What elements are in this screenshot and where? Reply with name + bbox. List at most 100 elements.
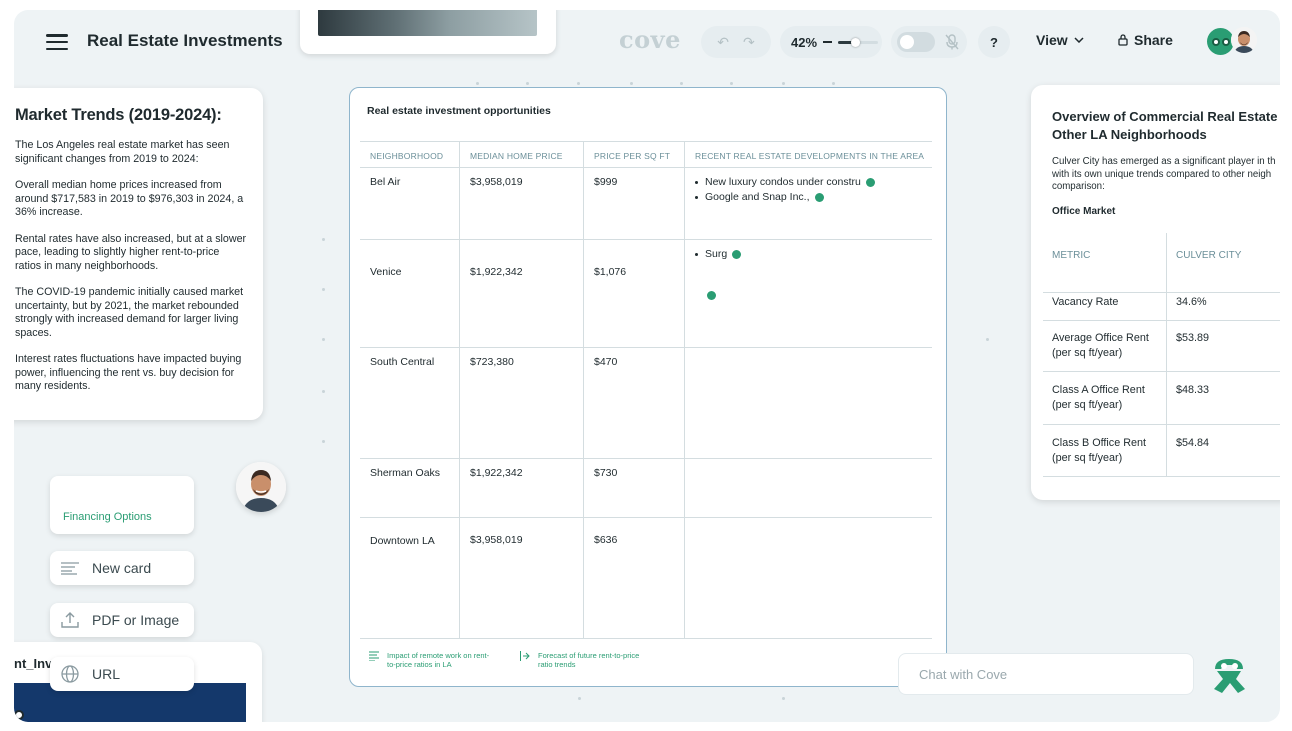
market-trends-title: Market Trends (2019-2024):	[15, 106, 222, 124]
chat-input[interactable]: Chat with Cove	[898, 653, 1194, 695]
canvas-dot	[578, 697, 581, 700]
table-header-row: METRIC CULVER CITY	[1043, 233, 1280, 293]
canvas-dot	[577, 82, 580, 85]
commercial-real-estate-card[interactable]: Overview of Commercial Real Estate T Othe…	[1031, 85, 1280, 500]
table-row[interactable]: Sherman Oaks $1,922,342 $730	[360, 459, 932, 518]
developments-cell	[685, 518, 932, 638]
developments-cell	[685, 348, 932, 458]
canvas-dot	[322, 390, 325, 393]
investment-file-title: nt_Inv	[14, 656, 53, 671]
cove-mascot-icon[interactable]	[1207, 655, 1253, 695]
value-cell: $53.89	[1176, 332, 1210, 344]
undo-icon[interactable]: ↶	[717, 34, 729, 51]
follow-up-link[interactable]: Forecast of future rent-to-price ratio t…	[520, 651, 653, 669]
follow-up-link-label: Forecast of future rent-to-price ratio t…	[538, 651, 640, 669]
follow-up-link[interactable]: Impact of remote work on rent-to-price r…	[369, 651, 497, 669]
market-trends-paragraph: Interest rates fluctuations have impacte…	[15, 353, 242, 392]
new-card-label: New card	[92, 560, 152, 576]
column-header: METRIC	[1043, 233, 1167, 292]
cove-loading-badge-icon[interactable]	[707, 290, 716, 300]
cove-source-badge-icon[interactable]	[814, 192, 824, 202]
metric-cell: Class B Office Rent (per sq ft/year)	[1043, 425, 1167, 476]
table-row[interactable]: Class B Office Rent (per sq ft/year) $54.…	[1043, 425, 1280, 477]
hamburger-menu-icon[interactable]	[46, 34, 68, 50]
metric-cell: Vacancy Rate	[1043, 293, 1167, 320]
table-row[interactable]: Venice $1,922,342 $1,076 Surg	[360, 240, 932, 348]
zoom-control[interactable]: 42%	[780, 26, 882, 58]
canvas-dot	[832, 82, 835, 85]
table-row[interactable]: Bel Air $3,958,019 $999 New luxury condo…	[360, 168, 932, 240]
price-per-sqft-cell: $730	[584, 459, 685, 517]
url-label: URL	[92, 666, 121, 682]
zoom-slider-handle[interactable]	[850, 37, 860, 47]
price-per-sqft-cell: $1,076	[584, 240, 685, 347]
canvas-dot	[322, 288, 325, 291]
column-header: CULVER CITY	[1176, 250, 1242, 261]
table-card-title: Real estate investment opportunities	[367, 105, 551, 117]
median-price-cell: $1,922,342	[460, 240, 584, 347]
commercial-card-title: Overview of Commercial Real Estate T Othe…	[1052, 109, 1280, 142]
canvas-dot	[322, 338, 325, 341]
market-trends-paragraph: Rental rates have also increased, but at…	[15, 232, 247, 272]
selection-handle[interactable]	[14, 710, 24, 720]
collaborator-avatar[interactable]	[236, 462, 286, 512]
thumbnail-image	[318, 10, 537, 36]
cove-source-badge-icon[interactable]	[732, 249, 742, 259]
help-button[interactable]: ?	[978, 26, 1010, 58]
median-price-cell: $3,958,019	[460, 168, 584, 239]
market-trends-paragraph: The Los Angeles real estate market has s…	[15, 139, 230, 165]
value-cell: $48.33	[1176, 384, 1210, 396]
price-per-sqft-cell: $470	[584, 348, 685, 458]
price-per-sqft-cell: $999	[584, 168, 685, 239]
toggle-knob	[900, 35, 914, 49]
user-avatar[interactable]	[1231, 27, 1257, 53]
financing-options-card[interactable]: Financing Options	[50, 476, 194, 534]
development-item: Google and Snap Inc.,	[695, 191, 932, 203]
investment-opportunities-card[interactable]: Real estate investment opportunities NEI…	[349, 87, 947, 687]
canvas-dot	[782, 82, 785, 85]
cove-source-badge-icon[interactable]	[865, 177, 875, 187]
market-trends-card[interactable]: Market Trends (2019-2024): The Los Angel…	[14, 88, 263, 420]
column-header: NEIGHBORHOOD	[360, 142, 460, 167]
table-row[interactable]: Class A Office Rent (per sq ft/year) $48.…	[1043, 372, 1280, 425]
canvas-dot	[476, 82, 479, 85]
table-row[interactable]: Downtown LA $3,958,019 $636	[360, 518, 932, 639]
voice-toggle[interactable]	[897, 32, 935, 52]
developments-cell: Surg	[685, 240, 932, 347]
image-card-thumbnail[interactable]	[300, 10, 556, 54]
canvas-dot	[526, 82, 529, 85]
column-header: MEDIAN HOME PRICE	[460, 142, 584, 167]
table-header-row: NEIGHBORHOOD MEDIAN HOME PRICE PRICE PER…	[360, 141, 932, 168]
development-item: New luxury condos under constru	[695, 176, 932, 188]
arrow-right-icon	[520, 651, 530, 661]
table-row[interactable]: South Central $723,380 $470	[360, 348, 932, 459]
redo-icon[interactable]: ↷	[743, 34, 755, 51]
microphone-muted-icon[interactable]	[945, 34, 959, 50]
chevron-down-icon	[1074, 37, 1084, 43]
new-card-button[interactable]: New card	[50, 551, 194, 585]
zoom-slider[interactable]	[838, 37, 879, 47]
canvas-dot	[730, 82, 733, 85]
pdf-or-image-button[interactable]: PDF or Image	[50, 603, 194, 637]
collaborator-face-icon	[236, 462, 286, 512]
canvas-dot	[322, 238, 325, 241]
column-header: PRICE PER SQ FT	[584, 142, 685, 167]
view-menu-button[interactable]: View	[1036, 32, 1084, 48]
view-label: View	[1036, 32, 1068, 48]
share-button[interactable]: Share	[1118, 32, 1173, 48]
value-cell: 34.6%	[1176, 296, 1207, 308]
canvas-dot	[782, 697, 785, 700]
url-button[interactable]: URL	[50, 657, 194, 691]
median-price-cell: $1,922,342	[460, 459, 584, 517]
zoom-out-icon[interactable]	[823, 41, 833, 43]
cove-assistant-avatar[interactable]	[1207, 28, 1234, 55]
market-trends-paragraph: Overall median home prices increased fro…	[15, 179, 244, 218]
table-row[interactable]: Vacancy Rate 34.6%	[1043, 293, 1280, 321]
neighborhood-cell: Venice	[360, 240, 460, 347]
canvas-dot	[986, 338, 989, 341]
table-row[interactable]: Average Office Rent (per sq ft/year) $53.…	[1043, 321, 1280, 372]
document-title: Real Estate Investments	[87, 31, 283, 50]
zoom-level: 42%	[791, 34, 818, 50]
canvas-dot	[630, 82, 633, 85]
canvas[interactable]: Real Estate Investments cove ↶ ↷ 42% ? V…	[14, 10, 1280, 722]
